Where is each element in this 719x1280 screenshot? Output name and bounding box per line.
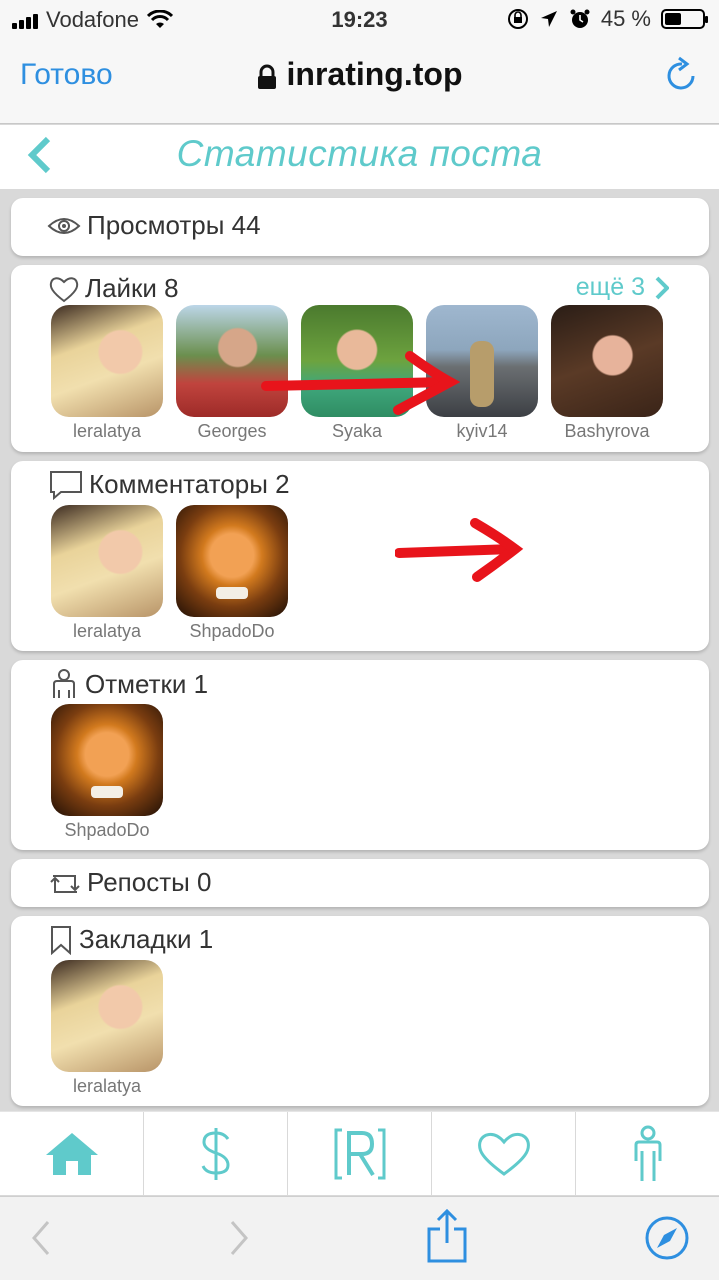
user-tile[interactable]: leralatya (51, 305, 163, 442)
tags-label: Отметки 1 (85, 668, 209, 699)
avatar (176, 505, 288, 617)
avatar (51, 960, 163, 1072)
url-text: inrating.top (286, 56, 463, 92)
avatar (301, 305, 413, 417)
username: leralatya (72, 421, 142, 441)
user-tile[interactable]: ShpadoDo (51, 704, 163, 841)
browser-bar: Готово inrating.top (0, 40, 719, 124)
dollar-icon (201, 1127, 230, 1180)
avatar (51, 505, 163, 617)
user-tile[interactable]: Bashyrova (551, 305, 663, 442)
avatar (551, 305, 663, 417)
avatar (426, 305, 538, 417)
user-tile[interactable]: ShpadoDo (176, 505, 288, 642)
avatar (176, 305, 288, 417)
username: kyiv14 (456, 421, 508, 441)
avatar (51, 704, 163, 816)
page-title: Статистика поста (176, 133, 543, 174)
commenters-user-list: leralatya ShpadoDo (51, 505, 288, 642)
share-icon[interactable] (426, 1209, 468, 1263)
alarm-icon (570, 9, 590, 28)
compass-icon[interactable] (644, 1215, 690, 1261)
likes-more-link[interactable]: ещё 3 (576, 273, 669, 302)
lock-icon (257, 64, 276, 89)
username: leralatya (72, 621, 142, 641)
reload-icon[interactable] (665, 56, 699, 94)
chevron-right-icon (655, 276, 669, 299)
rating-logo-icon (334, 1128, 385, 1179)
tab-rating[interactable] (288, 1112, 432, 1195)
person-outline-icon (634, 1125, 661, 1181)
browser-toolbar (0, 1196, 719, 1280)
views-label: Просмотры 44 (87, 210, 261, 240)
page-header: Статистика поста (0, 125, 719, 189)
back-icon[interactable] (30, 1219, 52, 1257)
tab-money[interactable] (144, 1112, 288, 1195)
person-icon (53, 669, 75, 698)
likes-user-list: leralatya Georges Syaka kyiv14 Bashyrova (51, 305, 663, 442)
user-tile[interactable]: leralatya (51, 960, 163, 1097)
rotation-lock-icon (507, 9, 528, 29)
battery-icon (661, 9, 708, 29)
heart-icon (49, 276, 79, 302)
user-tile[interactable]: leralatya (51, 505, 163, 642)
bookmarks-label: Закладки 1 (79, 924, 214, 954)
username: Bashyrova (564, 421, 650, 441)
tab-likes[interactable] (432, 1112, 576, 1195)
more-label: ещё 3 (575, 273, 645, 301)
likes-card: Лайки 8 ещё 3 leralatya Georges Syaka ky… (11, 265, 709, 452)
eye-icon (47, 217, 81, 234)
bookmark-icon (51, 925, 71, 955)
reposts-card[interactable]: Репосты 0 (11, 859, 709, 907)
battery-percent: 45 % (600, 6, 651, 31)
bookmarks-user-list: leralatya (51, 960, 163, 1097)
tab-profile[interactable] (576, 1112, 719, 1195)
username: Georges (197, 421, 267, 441)
username: ShpadoDo (64, 820, 150, 840)
views-card[interactable]: Просмотры 44 (11, 198, 709, 256)
location-icon (540, 11, 557, 27)
username: leralatya (72, 1076, 142, 1096)
user-tile[interactable]: kyiv14 (426, 305, 538, 442)
home-icon (45, 1132, 98, 1175)
tab-home[interactable] (0, 1112, 144, 1195)
user-tile[interactable]: Georges (176, 305, 288, 442)
app-tab-bar (0, 1111, 719, 1195)
bookmarks-card: Закладки 1 leralatya (11, 916, 709, 1106)
tags-user-list: ShpadoDo (51, 704, 163, 841)
user-tile[interactable]: Syaka (301, 305, 413, 442)
tags-card: Отметки 1 ShpadoDo (11, 660, 709, 850)
commenters-label: Комментаторы 2 (89, 469, 290, 499)
status-bar: Vodafone 19:23 45 % (0, 0, 719, 40)
avatar (51, 305, 163, 417)
comment-icon (50, 470, 82, 500)
heart-outline-icon (477, 1132, 530, 1176)
commenters-card: Комментаторы 2 leralatya ShpadoDo (11, 461, 709, 651)
likes-label: Лайки 8 (85, 273, 179, 303)
username: Syaka (331, 421, 383, 441)
username: ShpadoDo (189, 621, 275, 641)
forward-icon[interactable] (228, 1219, 250, 1257)
reposts-label: Репосты 0 (87, 867, 212, 897)
repost-icon (50, 874, 80, 893)
address-bar[interactable]: inrating.top (0, 56, 719, 93)
